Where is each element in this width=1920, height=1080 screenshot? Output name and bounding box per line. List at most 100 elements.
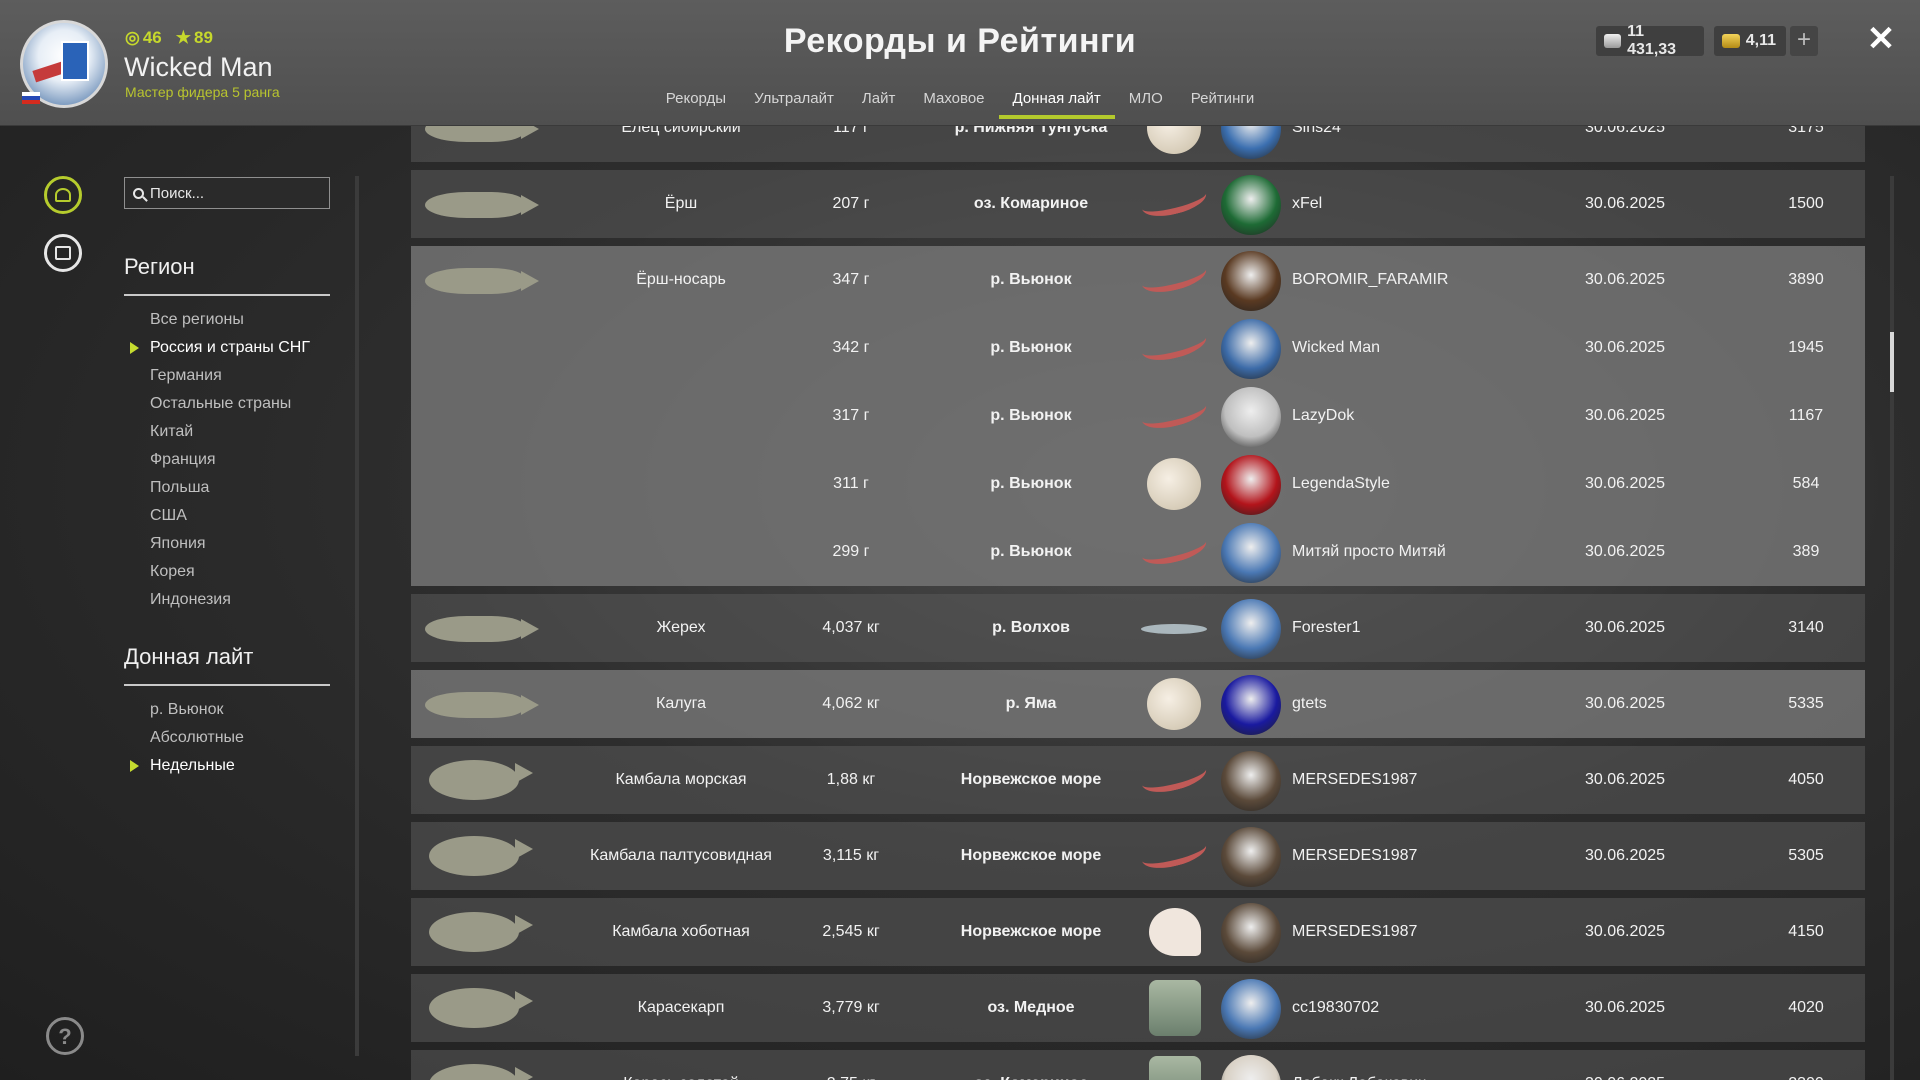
fish-weight: 4,037 кг — [822, 619, 880, 636]
category-title: Донная лайт — [124, 644, 254, 669]
tab-bottom-light[interactable]: Донная лайт — [998, 86, 1115, 119]
records-scrollbar[interactable] — [1890, 176, 1894, 1080]
gold-value: 4,11 — [1745, 32, 1776, 49]
player-name-cell[interactable]: LegendaStyle — [1292, 450, 1552, 518]
search-input[interactable] — [150, 184, 320, 202]
player-avatar-icon[interactable] — [1221, 903, 1281, 963]
player-avatar-icon[interactable] — [1221, 599, 1281, 659]
catch-date: 30.06.2025 — [1550, 1050, 1700, 1080]
table-row[interactable]: Камбала морская 1,88 кг Норвежское море MER… — [411, 746, 1865, 814]
player-avatar-icon[interactable] — [1221, 455, 1281, 515]
player-name-cell[interactable]: Митяй просто Митяй — [1292, 518, 1552, 586]
silver-coin-icon — [1604, 34, 1622, 48]
table-row[interactable]: 299 г р. Вьюнок Митяй просто Митяй 30.06.20… — [411, 518, 1865, 586]
player-name-cell[interactable]: BOROMIR_FARAMIR — [1292, 246, 1552, 314]
player-avatar-icon[interactable] — [1221, 175, 1281, 235]
tab-light[interactable]: Лайт — [848, 86, 909, 119]
sidebar-item[interactable]: Польша — [150, 474, 310, 502]
table-row[interactable]: 342 г р. Вьюнок Wicked Man 30.06.2025 1945 — [411, 314, 1865, 382]
catch-location: р. Вьюнок — [990, 271, 1072, 288]
tab-records[interactable]: Рекорды — [652, 86, 740, 119]
sidebar-item[interactable]: Китай — [150, 418, 310, 446]
points-value: 5335 — [1788, 695, 1824, 712]
sidebar-item[interactable]: Абсолютные — [150, 724, 244, 752]
table-row[interactable]: Калуга 4,062 кг р. Яма gtets 30.06.2025 5335 — [411, 670, 1865, 738]
archive-icon[interactable] — [44, 234, 82, 272]
tab-float[interactable]: Маховое — [909, 86, 998, 119]
sidebar-item[interactable]: Франция — [150, 446, 310, 474]
table-row[interactable]: Камбала хоботная 2,545 кг Норвежское море M… — [411, 898, 1865, 966]
sidebar-item[interactable]: США — [150, 502, 310, 530]
table-row[interactable]: Камбала палтусовидная 3,115 кг Норвежское … — [411, 822, 1865, 890]
points-value: 584 — [1792, 475, 1820, 492]
player-avatar-icon[interactable] — [1221, 751, 1281, 811]
add-currency-button[interactable]: + — [1790, 26, 1818, 56]
sidebar-item[interactable]: Недельные — [130, 752, 244, 780]
tab-mlo[interactable]: МЛО — [1115, 86, 1177, 119]
fishbait-bait-icon — [1141, 624, 1207, 634]
player-avatar-icon[interactable] — [1221, 979, 1281, 1039]
record-group: Карась золотой2,75 кг оз. Комариное Лобакк… — [411, 1050, 1865, 1080]
search-box[interactable] — [124, 177, 330, 209]
grub-bait-icon — [1147, 678, 1201, 730]
player-name-cell[interactable]: Forester1 — [1292, 594, 1552, 662]
close-button[interactable]: ✕ — [1864, 22, 1898, 56]
scrollbar-thumb[interactable] — [1890, 332, 1894, 392]
player-name-cell[interactable]: Wicked Man — [1292, 314, 1552, 382]
catch-date: 30.06.2025 — [1584, 407, 1666, 424]
player-name-cell[interactable]: MERSEDES1987 — [1292, 822, 1552, 890]
sidebar-item[interactable]: Германия — [150, 362, 310, 390]
table-row[interactable]: 311 г р. Вьюнок LegendaStyle 30.06.2025 584 — [411, 450, 1865, 518]
player-avatar-icon[interactable] — [1221, 523, 1281, 583]
grub-bait-icon — [1147, 458, 1201, 510]
worm-bait-icon — [1138, 756, 1210, 798]
record-group: Карасекарп 3,779 кг оз. Медное cc19830702 30… — [411, 974, 1865, 1042]
tab-bar: Рекорды Ультралайт Лайт Маховое Донная л… — [0, 86, 1920, 119]
catch-date: 30.06.2025 — [1584, 619, 1666, 636]
catch-location: р. Вьюнок — [990, 339, 1072, 356]
region-list: Все регионы Россия и страны СНГ Германия Ос… — [130, 306, 310, 614]
sidebar-item[interactable]: Остальные страны — [150, 390, 310, 418]
player-avatar-icon[interactable] — [1221, 319, 1281, 379]
sidebar-item[interactable]: Корея — [150, 558, 310, 586]
catch-location: оз. Комариное — [936, 1050, 1126, 1080]
table-row[interactable]: Ёрш-носарь 347 г р. Вьюнок BOROMIR_FARAMIR 3… — [411, 246, 1865, 314]
table-row[interactable]: Карась золотой2,75 кг оз. Комариное Лобакк… — [411, 1050, 1865, 1080]
player-avatar-icon[interactable] — [1221, 675, 1281, 735]
sidebar-scrollbar[interactable] — [355, 176, 359, 1056]
player-name-cell[interactable]: Лобакк Лобакович — [1292, 1050, 1552, 1080]
table-row[interactable]: Карасекарп 3,779 кг оз. Медное cc19830702 30… — [411, 974, 1865, 1042]
player-name-cell[interactable]: LazyDok — [1292, 382, 1552, 450]
table-row[interactable]: Жерех 4,037 кг р. Волхов Forester1 30.06.202… — [411, 594, 1865, 662]
player-name-cell[interactable]: gtets — [1292, 670, 1552, 738]
player-name-cell[interactable]: MERSEDES1987 — [1292, 746, 1552, 814]
player-name-cell[interactable]: cc19830702 — [1292, 974, 1552, 1042]
catch-location: р. Яма — [1005, 695, 1057, 712]
fish-name: Ёрш-носарь — [636, 271, 726, 288]
player-avatar-icon[interactable] — [1221, 827, 1281, 887]
worm-bait-icon — [1138, 256, 1210, 298]
sidebar-item[interactable]: Все регионы — [150, 306, 310, 334]
player-avatar-icon[interactable] — [1221, 251, 1281, 311]
sidebar-item[interactable]: Россия и страны СНГ — [130, 334, 310, 362]
catch-date: 30.06.2025 — [1584, 271, 1666, 288]
sidebar-item[interactable]: р. Вьюнок — [150, 696, 244, 724]
community-icon-glyph — [55, 188, 71, 202]
community-icon[interactable] — [44, 176, 82, 214]
player-avatar-icon[interactable] — [1221, 1055, 1281, 1080]
player-avatar-icon[interactable] — [1221, 387, 1281, 447]
player-name-cell[interactable]: MERSEDES1987 — [1292, 898, 1552, 966]
sidebar-item[interactable]: Япония — [150, 530, 310, 558]
player-name-cell[interactable]: xFel — [1292, 170, 1552, 238]
catch-location: оз. Комариное — [973, 195, 1089, 212]
tab-ultralight[interactable]: Ультралайт — [740, 86, 848, 119]
jar-bait-icon — [1149, 1056, 1201, 1080]
help-icon[interactable]: ? — [46, 1017, 84, 1055]
record-group: Жерех 4,037 кг р. Волхов Forester1 30.06.202… — [411, 594, 1865, 662]
top-bar: ◎ 46 ★ 89 Wicked Man Мастер фидера 5 ранга… — [0, 0, 1920, 126]
sidebar-item[interactable]: Индонезия — [150, 586, 310, 614]
fish-weight: 299 г — [832, 543, 870, 560]
table-row[interactable]: Ёрш 207 г оз. Комариное xFel 30.06.2025 1500 — [411, 170, 1865, 238]
tab-ratings[interactable]: Рейтинги — [1177, 86, 1268, 119]
table-row[interactable]: 317 г р. Вьюнок LazyDok 30.06.2025 1167 — [411, 382, 1865, 450]
